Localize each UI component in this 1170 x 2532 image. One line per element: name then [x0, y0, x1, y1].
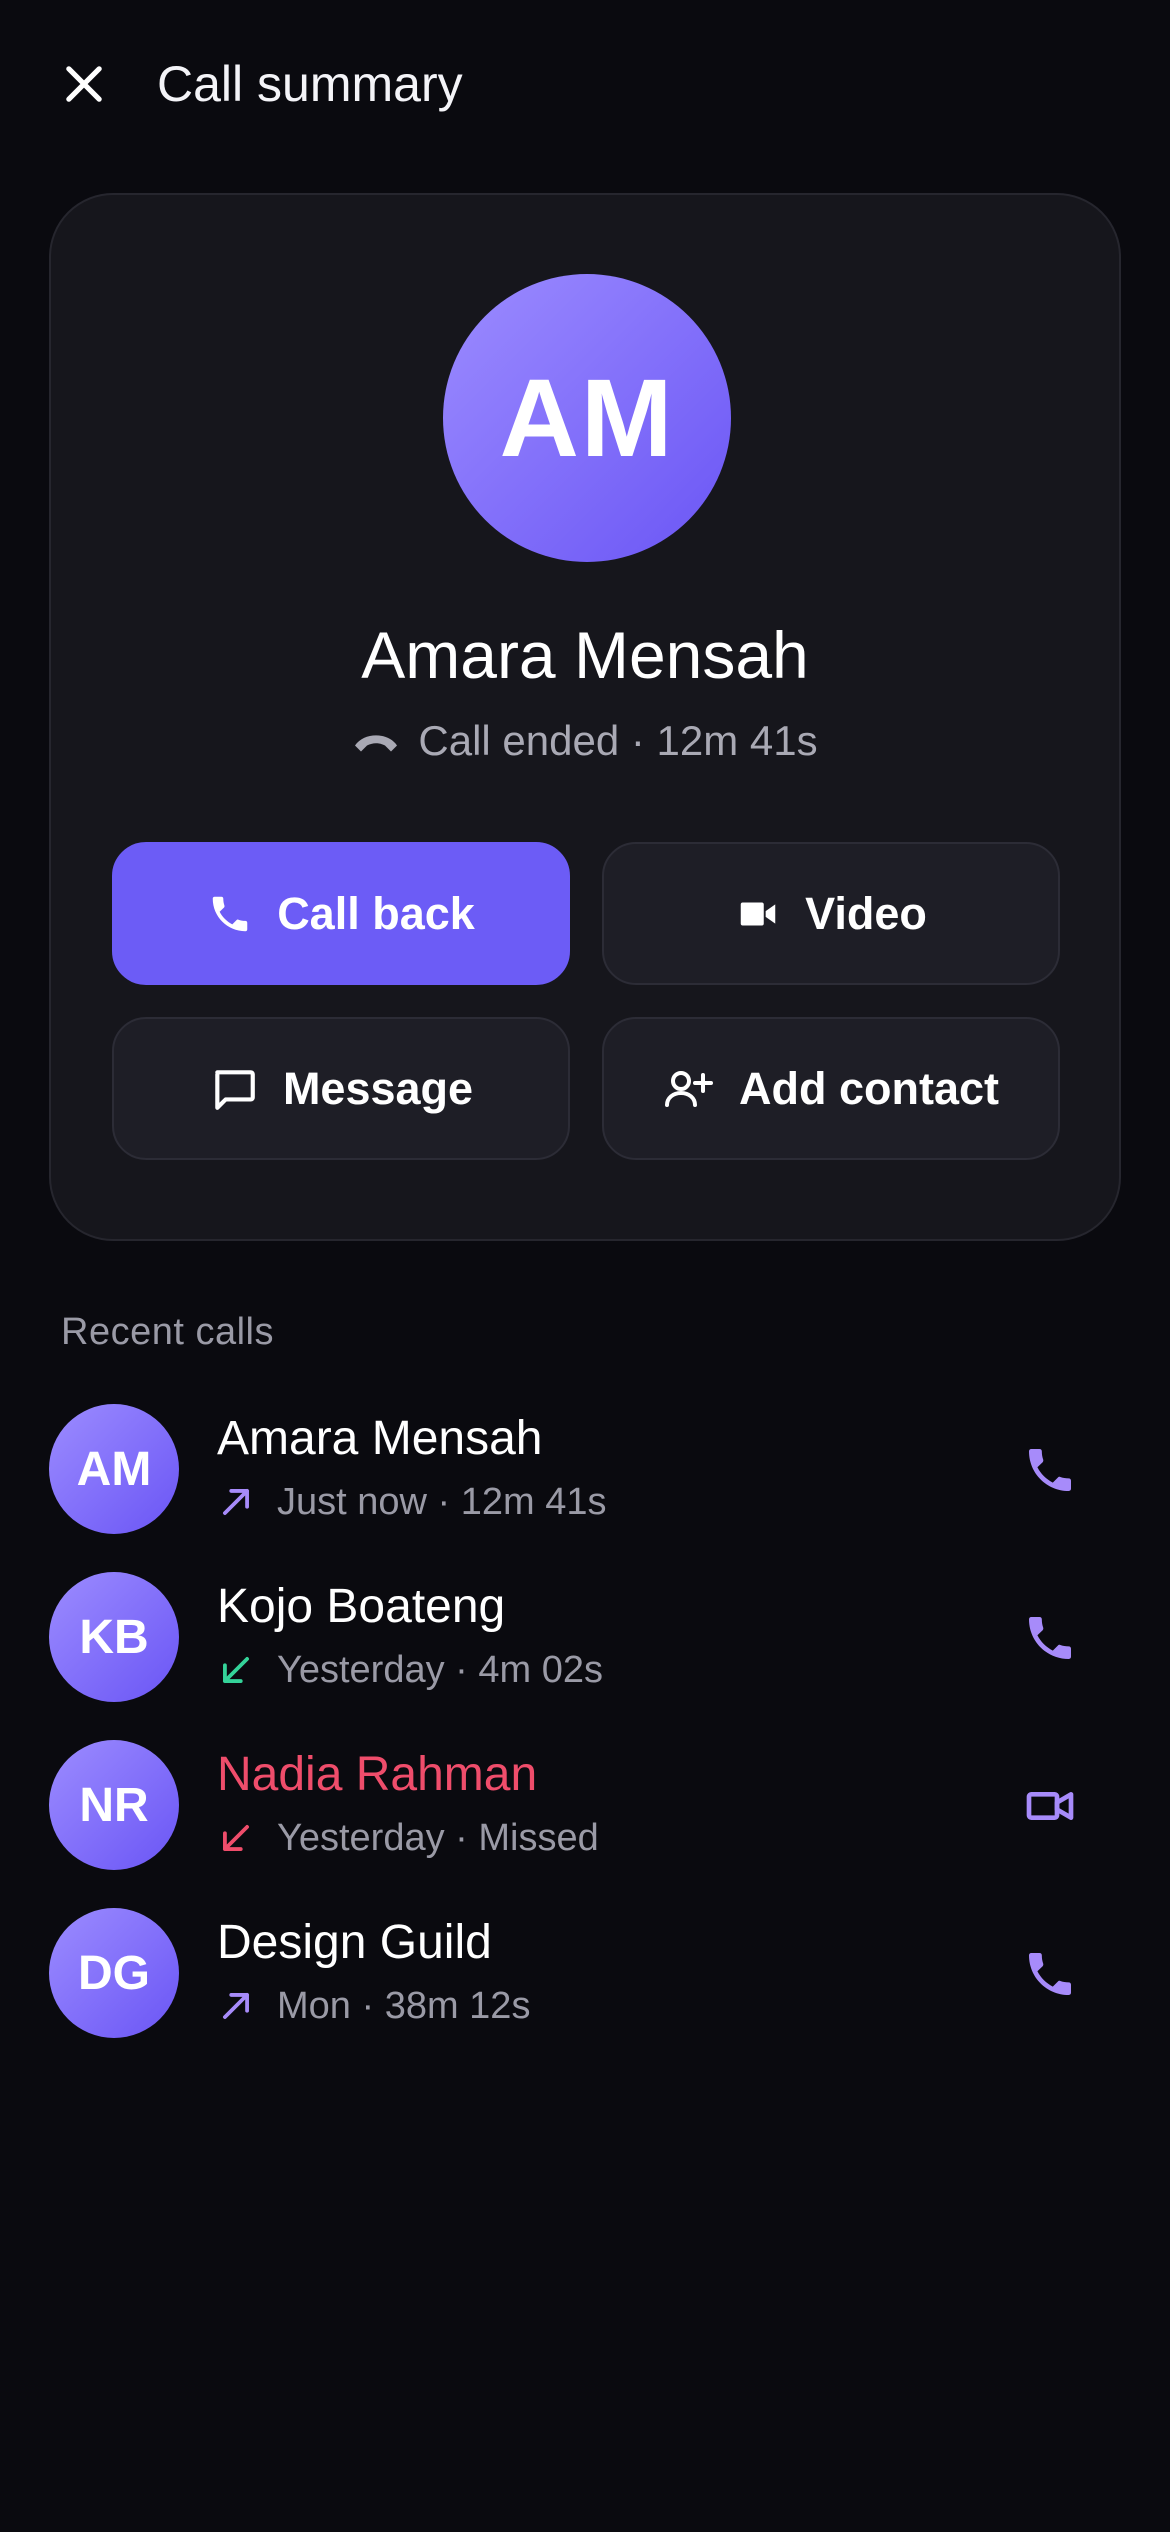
call-meta-text: Just now · 12m 41s — [277, 1481, 607, 1523]
video-camera-icon — [740, 902, 776, 925]
action-buttons: Call back Video Message Add contact — [112, 842, 1060, 1160]
close-button[interactable] — [52, 52, 116, 116]
call-button[interactable] — [1010, 1430, 1090, 1510]
call-back-label: Call back — [277, 887, 475, 939]
video-label: Video — [805, 887, 927, 939]
add-contact-button[interactable]: Add contact — [602, 1017, 1060, 1160]
list-item[interactable]: KB Kojo Boateng Yesterday · 4m 02s — [0, 1558, 1170, 1726]
message-label: Message — [282, 1062, 474, 1114]
call-meta: Yesterday · 4m 02s — [217, 1646, 603, 1694]
outgoing-arrow-icon — [223, 1489, 249, 1515]
call-meta: Just now · 12m 41s — [217, 1478, 606, 1526]
avatar: AM — [443, 274, 731, 562]
missed-arrow-icon — [223, 1825, 249, 1851]
call-meta: Yesterday · Missed — [217, 1814, 599, 1862]
caller-name: Amara Mensah — [217, 1412, 543, 1465]
call-summary-screen: Call summary AM Amara Mensah Call ended … — [0, 0, 1170, 2532]
add-person-icon — [664, 1070, 713, 1107]
list-item[interactable]: DG Design Guild Mon · 38m 12s — [0, 1894, 1170, 2062]
call-button[interactable] — [1010, 1598, 1090, 1678]
call-status: Call ended · 12m 41s — [51, 715, 1119, 767]
list-item[interactable]: NR Nadia Rahman Yesterday · Missed — [0, 1726, 1170, 1894]
call-meta: Mon · 38m 12s — [217, 1982, 530, 2030]
outgoing-arrow-icon — [223, 1993, 249, 2019]
header: Call summary — [0, 0, 1170, 170]
call-summary-card: AM Amara Mensah Call ended · 12m 41s Cal… — [49, 193, 1121, 1241]
call-button[interactable] — [1010, 1934, 1090, 2014]
call-back-button[interactable]: Call back — [112, 842, 570, 985]
caller-name: Design Guild — [217, 1916, 492, 1969]
incoming-arrow-icon — [223, 1657, 249, 1683]
caller-name: Nadia Rahman — [217, 1748, 538, 1801]
video-camera-icon — [1026, 1792, 1074, 1820]
phone-icon — [1029, 1617, 1071, 1659]
call-meta-text: Yesterday · 4m 02s — [277, 1649, 603, 1691]
avatar: DG — [49, 1908, 179, 2038]
avatar: NR — [49, 1740, 179, 1870]
video-button[interactable]: Video — [602, 842, 1060, 985]
phone-icon — [212, 896, 248, 931]
close-icon — [66, 66, 102, 102]
list-item[interactable]: AM Amara Mensah Just now · 12m 41s — [0, 1390, 1170, 1558]
call-meta-text: Yesterday · Missed — [277, 1817, 599, 1859]
call-status-text: Call ended · 12m 41s — [418, 717, 818, 764]
avatar: AM — [49, 1404, 179, 1534]
call-meta-text: Mon · 38m 12s — [277, 1985, 531, 2027]
recent-calls-heading: Recent calls — [61, 1311, 274, 1353]
add-contact-label: Add contact — [738, 1062, 999, 1114]
phone-icon — [1029, 1449, 1071, 1491]
contact-name: Amara Mensah — [361, 618, 809, 692]
page-title: Call summary — [157, 56, 463, 112]
chat-bubble-icon — [215, 1069, 255, 1110]
recent-calls-list: AM Amara Mensah Just now · 12m 41s KB Ko… — [0, 1390, 1170, 2062]
caller-name: Kojo Boateng — [217, 1580, 506, 1633]
call-ended-icon — [355, 735, 398, 752]
phone-icon — [1029, 1953, 1071, 1995]
message-button[interactable]: Message — [112, 1017, 570, 1160]
avatar: KB — [49, 1572, 179, 1702]
video-call-button[interactable] — [1010, 1766, 1090, 1846]
